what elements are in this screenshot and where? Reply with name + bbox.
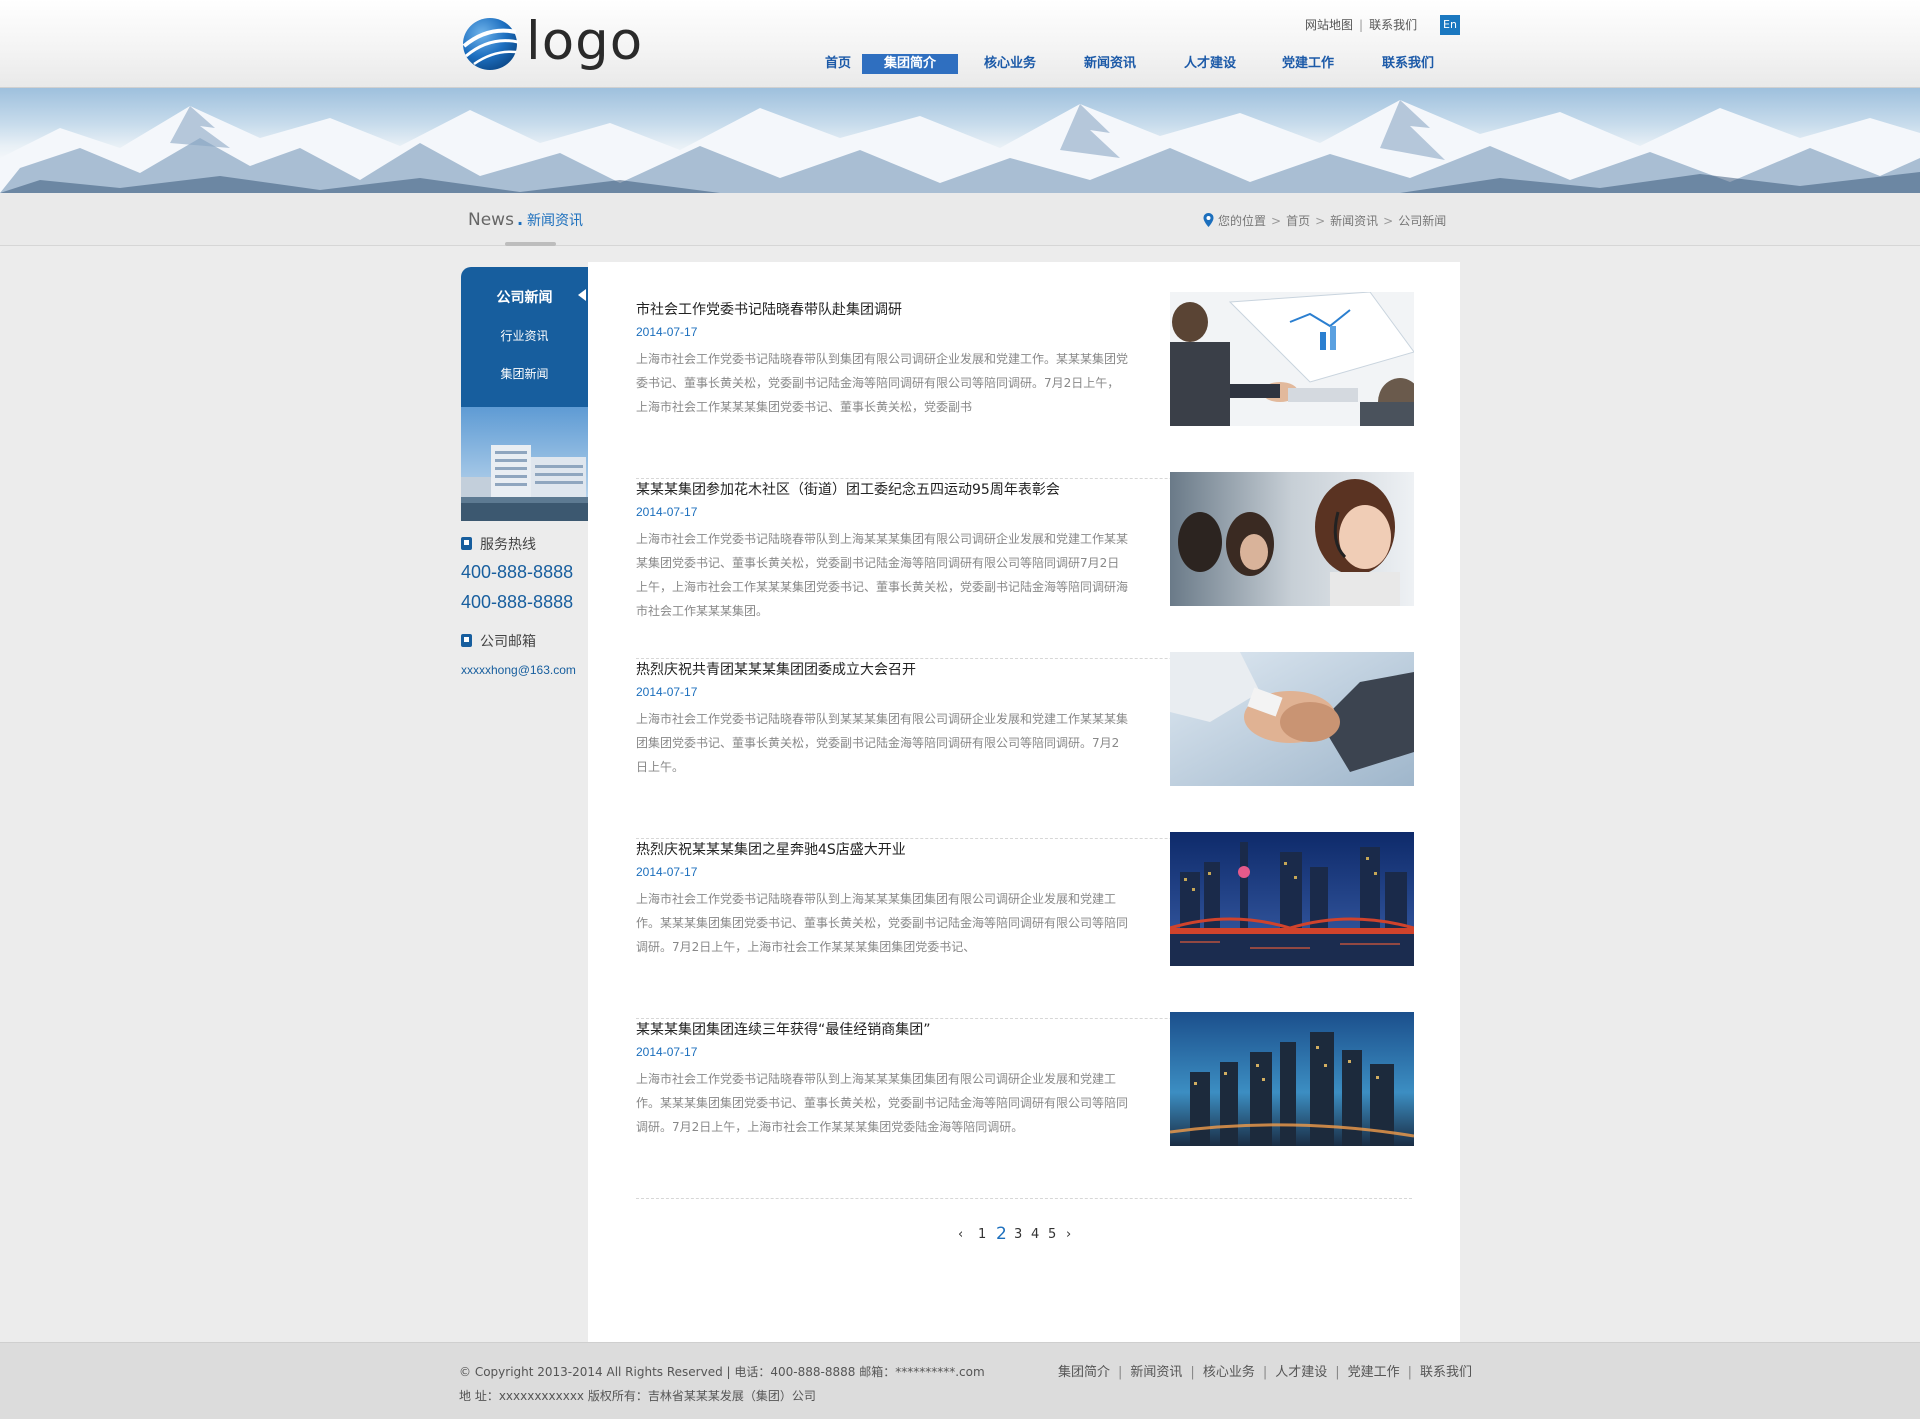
news-item[interactable]: 某某某集团集团连续三年获得“最佳经销商集团” 2014-07-17 上海市社会工…	[636, 1012, 1414, 1199]
nav-contact[interactable]: 联系我们	[1360, 54, 1456, 74]
divider: |	[1335, 1365, 1340, 1380]
footer-link-talent[interactable]: 人才建设	[1275, 1365, 1327, 1380]
logo-text: logo	[526, 11, 644, 72]
nav-news[interactable]: 新闻资讯	[1062, 54, 1158, 74]
globe-logo-icon	[462, 18, 519, 70]
contact-link[interactable]: 联系我们	[1369, 18, 1417, 32]
breadcrumb-label: 您的位置	[1218, 214, 1267, 228]
next-page-button[interactable]: ›	[1066, 1227, 1071, 1242]
news-date: 2014-07-17	[636, 505, 698, 519]
site-header: logo 网站地图 | 联系我们 En 首页 集团简介 核心业务 新闻资讯 人才建设…	[0, 0, 1920, 88]
news-date: 2014-07-17	[636, 1045, 698, 1059]
breadcrumb-news[interactable]: 新闻资讯	[1330, 214, 1378, 228]
city-night-bridge-photo[interactable]	[1170, 832, 1414, 966]
news-item[interactable]: 热烈庆祝共青团某某某集团团委成立大会召开 2014-07-17 上海市社会工作党…	[636, 652, 1414, 839]
hotline-number: 400-888-8888	[461, 562, 574, 582]
news-summary: 上海市社会工作党委书记陆晓春带队到上海某某某集团集团有限公司调研企业发展和党建工…	[636, 892, 1129, 954]
email-label: 公司邮箱	[461, 631, 536, 651]
office-building-photo	[461, 407, 588, 521]
email-label-text: 公司邮箱	[480, 634, 536, 650]
divider: |	[1359, 18, 1364, 32]
news-summary: 上海市社会工作党委书记陆晓春带队到上海某某某集团有限公司调研企业发展和党建工作某…	[636, 532, 1129, 618]
section-title-en: News	[468, 210, 514, 230]
nav-group-intro[interactable]: 集团简介	[862, 54, 958, 74]
divider: |	[1262, 1365, 1268, 1380]
side-item-industry-news[interactable]: 行业资讯	[461, 327, 588, 344]
divider: |	[1118, 1365, 1123, 1380]
sitemap-link[interactable]: 网站地图	[1305, 18, 1353, 32]
page-link-current[interactable]: 2	[996, 1224, 1007, 1244]
site-footer: © Copyright 2013-2014 All Rights Reserve…	[0, 1342, 1920, 1419]
hotline-label-text: 服务热线	[480, 537, 536, 553]
side-item-group-news[interactable]: 集团新闻	[461, 365, 588, 382]
nav-talent[interactable]: 人才建设	[1162, 54, 1258, 74]
divider: |	[1407, 1365, 1413, 1380]
news-list-panel: 市社会工作党委书记陆晓春带队赴集团调研 2014-07-17 上海市社会工作党委…	[588, 262, 1460, 1342]
footer-link-news[interactable]: 新闻资讯	[1130, 1365, 1182, 1380]
breadcrumb-home[interactable]: 首页	[1286, 214, 1310, 228]
divider: |	[1190, 1365, 1195, 1380]
section-underline	[505, 242, 556, 246]
snow-mountains-image	[0, 100, 1920, 193]
handshake-photo[interactable]	[1170, 652, 1414, 786]
top-links: 网站地图 | 联系我们	[1305, 16, 1417, 33]
section-bar: News. 新闻资讯 您的位置 > 首页 > 新闻资讯 > 公司新闻	[0, 193, 1920, 246]
mountain-banner	[0, 88, 1920, 193]
site-logo[interactable]: logo	[460, 11, 642, 77]
news-summary: 上海市社会工作党委书记陆晓春带队到集团有限公司调研企业发展和党建工作。某某某集团…	[636, 352, 1129, 414]
email-address[interactable]: xxxxxhong@163.com	[461, 663, 576, 677]
news-summary: 上海市社会工作党委书记陆晓春带队到某某某集团有限公司调研企业发展和党建工作某某某…	[636, 712, 1129, 774]
section-title-cn: 新闻资讯	[527, 213, 584, 229]
nav-core-business[interactable]: 核心业务	[962, 54, 1058, 74]
side-item-company-news[interactable]: 公司新闻	[461, 287, 588, 307]
news-title[interactable]: 热烈庆祝某某某集团之星奔驰4S店盛大开业	[636, 839, 906, 859]
news-date: 2014-07-17	[636, 685, 698, 699]
prev-page-button[interactable]: ‹	[958, 1227, 963, 1242]
city-skyline-photo[interactable]	[1170, 1012, 1414, 1146]
breadcrumb-separator: >	[1315, 214, 1326, 228]
breadcrumb-company-news[interactable]: 公司新闻	[1398, 214, 1446, 228]
hotline-label: 服务热线	[461, 534, 536, 554]
news-item[interactable]: 某某某集团参加花木社区（街道）团工委纪念五四运动95周年表彰会 2014-07-…	[636, 472, 1414, 659]
location-pin-icon	[1203, 213, 1214, 227]
footer-link-party[interactable]: 党建工作	[1348, 1365, 1400, 1380]
news-title[interactable]: 某某某集团参加花木社区（街道）团工委纪念五四运动95周年表彰会	[636, 479, 1060, 499]
footer-link-business[interactable]: 核心业务	[1203, 1365, 1255, 1380]
page-link[interactable]: 5	[1048, 1227, 1056, 1242]
news-date: 2014-07-17	[636, 325, 698, 339]
mail-icon	[461, 634, 472, 647]
footer-link-intro[interactable]: 集团简介	[1058, 1365, 1110, 1380]
news-item[interactable]: 热烈庆祝某某某集团之星奔驰4S店盛大开业 2014-07-17 上海市社会工作党…	[636, 832, 1414, 1019]
page-link[interactable]: 4	[1031, 1227, 1039, 1242]
title-dot: .	[516, 210, 524, 229]
news-title[interactable]: 市社会工作党委书记陆晓春带队赴集团调研	[636, 299, 902, 319]
english-language-button[interactable]: En	[1440, 15, 1460, 35]
side-menu: 公司新闻 行业资讯 集团新闻	[461, 267, 588, 407]
phone-icon	[461, 537, 472, 550]
news-title[interactable]: 某某某集团集团连续三年获得“最佳经销商集团”	[636, 1019, 931, 1039]
address-text: 地 址：xxxxxxxxxxxx 版权所有：吉林省某某某发展（集团）公司	[459, 1389, 816, 1403]
section-title: News. 新闻资讯	[468, 210, 583, 230]
page-link[interactable]: 3	[1014, 1227, 1022, 1242]
nav-party-work[interactable]: 党建工作	[1260, 54, 1356, 74]
business-meeting-photo[interactable]	[1170, 292, 1414, 426]
call-center-photo[interactable]	[1170, 472, 1414, 606]
breadcrumb: 您的位置 > 首页 > 新闻资讯 > 公司新闻	[1203, 212, 1446, 229]
breadcrumb-separator: >	[1383, 214, 1394, 228]
news-date: 2014-07-17	[636, 865, 698, 879]
active-arrow-icon	[578, 289, 586, 301]
hotline-number: 400-888-8888	[461, 592, 574, 612]
news-item[interactable]: 市社会工作党委书记陆晓春带队赴集团调研 2014-07-17 上海市社会工作党委…	[636, 292, 1414, 479]
news-title[interactable]: 热烈庆祝共青团某某某集团团委成立大会召开	[636, 659, 916, 679]
page-link[interactable]: 1	[978, 1227, 986, 1242]
footer-link-contact[interactable]: 联系我们	[1420, 1365, 1472, 1380]
copyright-text: © Copyright 2013-2014 All Rights Reserve…	[459, 1365, 985, 1379]
footer-links: 集团简介 | 新闻资讯 | 核心业务 | 人才建设 | 党建工作 | 联系我们	[1058, 1361, 1472, 1380]
news-summary: 上海市社会工作党委书记陆晓春带队到上海某某某集团集团有限公司调研企业发展和党建工…	[636, 1072, 1129, 1134]
breadcrumb-separator: >	[1271, 214, 1282, 228]
